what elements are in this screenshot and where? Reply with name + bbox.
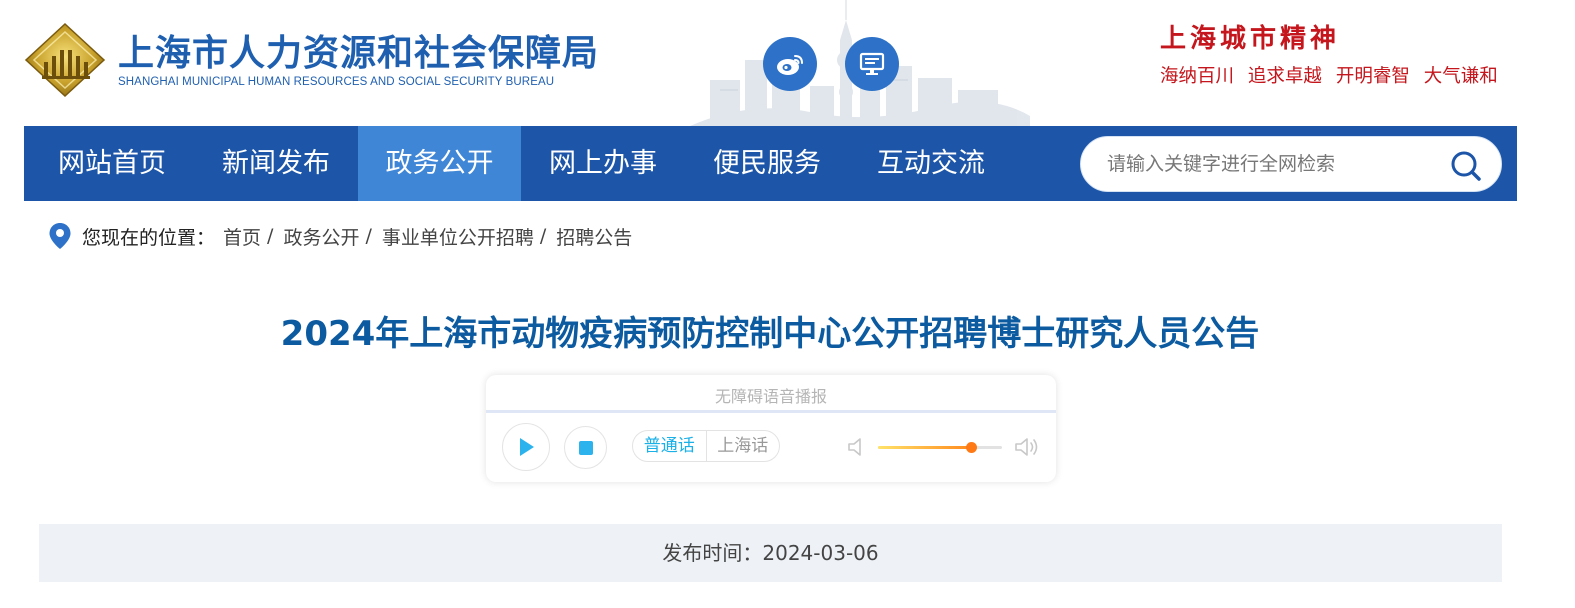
breadcrumb-item-recruitment[interactable]: 事业单位公开招聘 [382,223,534,250]
location-pin-icon [49,223,71,249]
nav-item-online-services[interactable]: 网上办事 [522,126,684,201]
stop-icon [578,440,593,455]
search-icon[interactable] [1449,149,1483,183]
city-spirit-title: 上海城市精神 [1160,24,1341,54]
weibo-icon [777,55,803,75]
spirit-phrase: 追求卓越 [1247,66,1322,87]
article-title: 2024年上海市动物疫病预防控制中心公开招聘博士研究人员公告 [280,314,1260,354]
volume-slider-handle[interactable] [966,442,977,453]
publish-label: 发布时间： [662,541,763,565]
breadcrumb-separator: / [539,225,547,247]
breadcrumb: 您现在的位置： 首页 / 政务公开 / 事业单位公开招聘 / 招聘公告 [48,220,632,252]
playback-progress-bar[interactable] [486,410,1056,413]
volume-slider-fill [878,446,971,449]
breadcrumb-item-home[interactable]: 首页 [223,223,261,250]
spirit-phrase: 海纳百川 [1160,66,1235,87]
accessibility-audio-player: 无障碍语音播报 普通话 上海话 [486,375,1056,482]
volume-low-icon[interactable] [846,435,866,459]
breadcrumb-separator: / [267,225,274,247]
search-box [1080,136,1502,192]
breadcrumb-item-announcement[interactable]: 招聘公告 [556,223,632,250]
play-button[interactable] [502,423,550,471]
breadcrumb-separator: / [365,225,372,247]
player-title: 无障碍语音播报 [714,387,827,406]
nav-item-government-affairs[interactable]: 政务公开 [358,126,521,201]
breadcrumb-label: 您现在的位置： [82,226,216,249]
city-spirit-phrases: 海纳百川 追求卓越 开明睿智 大气谦和 [1160,62,1506,88]
dialect-toggle: 普通话 上海话 [632,430,780,462]
publish-date: 2024-03-06 [762,541,879,565]
pc-version-button[interactable] [845,37,899,91]
weibo-button[interactable] [763,37,817,91]
nav-item-public-services[interactable]: 便民服务 [686,126,848,201]
bureau-emblem-icon[interactable] [24,22,106,98]
play-icon [520,438,534,456]
org-name-cn[interactable]: 上海市人力资源和社会保障局 [118,24,599,76]
spirit-phrase: 大气谦和 [1423,66,1498,87]
dialect-shanghainese-option[interactable]: 上海话 [705,431,780,461]
publish-info-bar: 发布时间：2024-03-06 [39,524,1502,582]
dialect-mandarin-option[interactable]: 普通话 [633,431,706,461]
nav-item-interaction[interactable]: 互动交流 [850,126,1012,201]
volume-high-icon[interactable] [1013,435,1039,459]
search-input[interactable] [1107,137,1437,191]
org-name-en: SHANGHAI MUNICIPAL HUMAN RESOURCES AND S… [118,76,555,88]
site-header: 上海市人力资源和社会保障局 SHANGHAI MUNICIPAL HUMAN R… [0,0,1575,126]
desktop-monitor-icon [859,52,885,75]
volume-slider[interactable] [878,442,1002,453]
nav-item-home[interactable]: 网站首页 [34,126,190,201]
breadcrumb-item-government-affairs[interactable]: 政务公开 [283,223,359,250]
nav-item-news[interactable]: 新闻发布 [196,126,356,201]
spirit-phrase: 开明睿智 [1335,66,1410,87]
stop-button[interactable] [564,426,607,469]
